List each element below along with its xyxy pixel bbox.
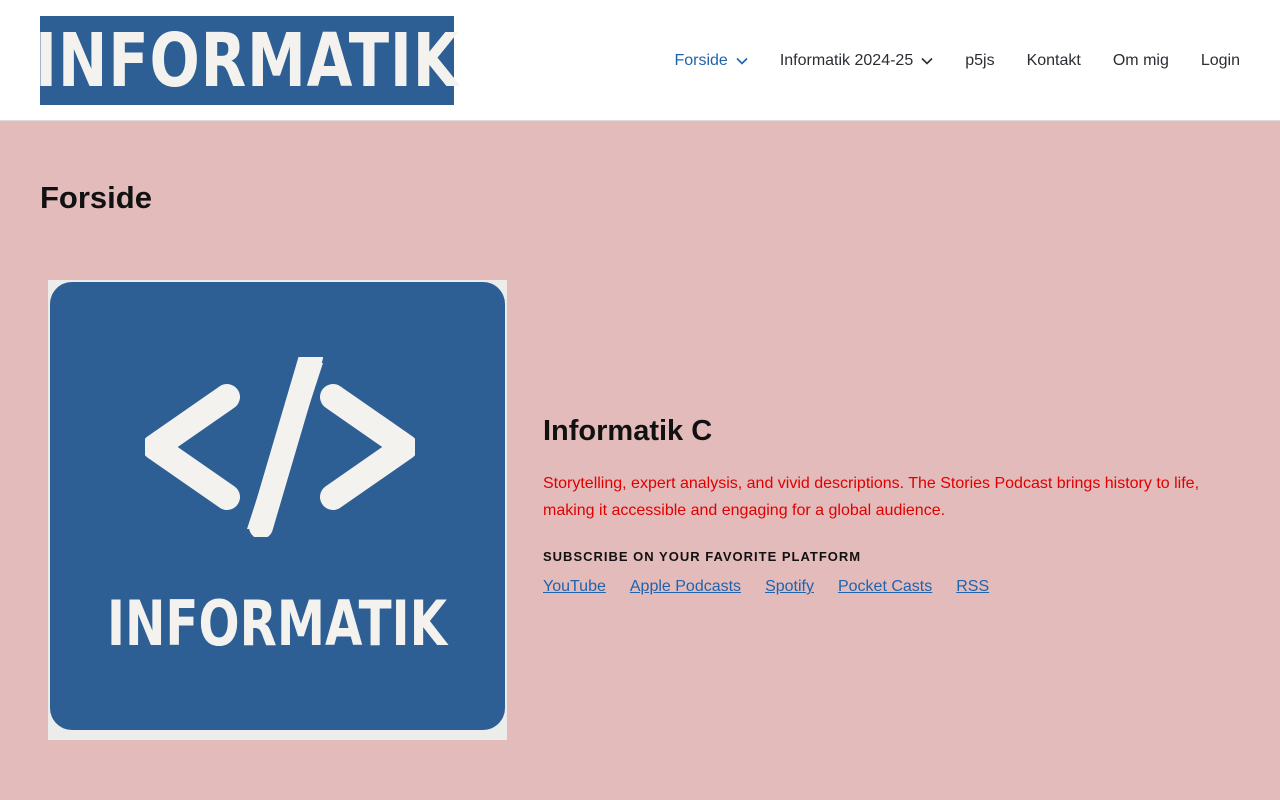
subscribe-label: SUBSCRIBE ON YOUR FAVORITE PLATFORM: [543, 549, 862, 564]
site-logo-text: INFORMATIK: [34, 17, 460, 104]
cover-wordmark: INFORMATIK: [50, 587, 505, 660]
chevron-down-icon[interactable]: [921, 57, 933, 65]
nav-item-kontakt[interactable]: Kontakt: [1027, 52, 1081, 70]
podcast-title: Informatik C: [543, 415, 713, 447]
podcast-info: Informatik C Storytelling, expert analys…: [543, 415, 1223, 596]
platform-link-youtube[interactable]: YouTube: [543, 578, 606, 596]
nav-item-label: Login: [1200, 51, 1240, 69]
chevron-down-icon[interactable]: [736, 57, 748, 65]
nav-item-label: Kontakt: [1026, 51, 1081, 69]
nav-item-label: Om mig: [1112, 51, 1169, 69]
code-brackets-icon: [145, 357, 415, 537]
site-header: INFORMATIK Forside Informatik 2024-25 p5…: [0, 0, 1280, 121]
platform-link-pocket-casts[interactable]: Pocket Casts: [838, 578, 932, 596]
nav-item-label: p5js: [965, 51, 995, 69]
nav-item-login[interactable]: Login: [1201, 52, 1240, 70]
site-logo[interactable]: INFORMATIK: [35, 16, 458, 105]
page-title: Forside: [40, 180, 152, 215]
platform-link-spotify[interactable]: Spotify: [765, 578, 814, 596]
nav-item-p5js[interactable]: p5js: [965, 52, 994, 70]
cover-tile: INFORMATIK: [50, 282, 505, 730]
nav-item-label: Forside: [674, 51, 728, 69]
podcast-description: Storytelling, expert analysis, and vivid…: [543, 475, 1200, 519]
platform-link-rss[interactable]: RSS: [956, 578, 989, 596]
main-nav: Forside Informatik 2024-25 p5js Kontakt …: [642, 0, 1240, 121]
cover-word-text: INFORMATIK: [107, 587, 448, 660]
platform-links: YouTube Apple Podcasts Spotify Pocket Ca…: [543, 578, 1223, 596]
platform-link-apple-podcasts[interactable]: Apple Podcasts: [630, 578, 741, 596]
podcast-cover-image: INFORMATIK: [48, 280, 507, 740]
nav-item-informatik-2024-25[interactable]: Informatik 2024-25: [780, 52, 933, 70]
nav-item-om-mig[interactable]: Om mig: [1113, 52, 1169, 70]
nav-item-label: Informatik 2024-25: [779, 51, 914, 69]
nav-item-forside[interactable]: Forside: [674, 51, 748, 70]
